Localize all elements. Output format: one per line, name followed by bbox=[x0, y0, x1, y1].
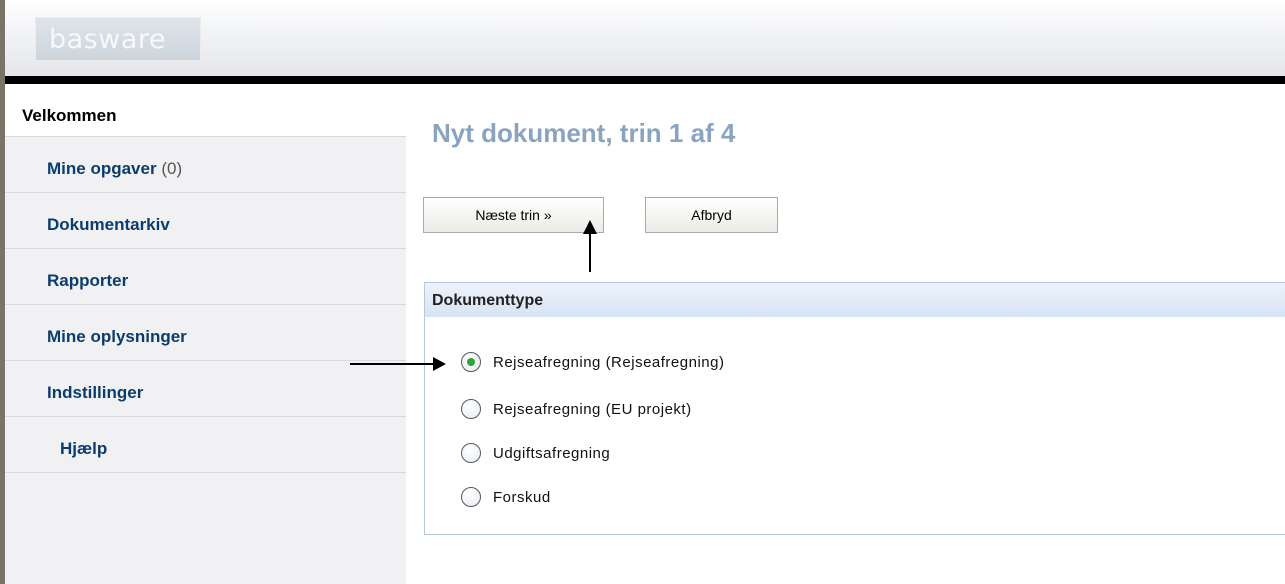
header-divider bbox=[5, 76, 1285, 84]
radio-option-travel-expense[interactable]: Rejseafregning (Rejseafregning) bbox=[461, 352, 724, 372]
document-type-heading: Dokumenttype bbox=[425, 283, 1285, 317]
sidebar-item-reports[interactable]: Rapporter bbox=[5, 249, 406, 305]
sidebar-item-my-tasks[interactable]: Mine opgaver (0) bbox=[5, 137, 406, 193]
sidebar-item-document-archive[interactable]: Dokumentarkiv bbox=[5, 193, 406, 249]
sidebar-item-help[interactable]: Hjælp bbox=[5, 417, 406, 473]
app-header: basware bbox=[5, 0, 1285, 76]
cancel-button[interactable]: Afbryd bbox=[645, 197, 778, 233]
sidebar: Velkommen Mine opgaver (0) Dokumentarkiv… bbox=[5, 84, 406, 584]
basware-logo[interactable]: basware bbox=[35, 17, 201, 61]
radio-option-label: Forskud bbox=[493, 488, 551, 506]
sidebar-item-my-info[interactable]: Mine oplysninger bbox=[5, 305, 406, 361]
radio-option-expense-report[interactable]: Udgiftsafregning bbox=[461, 443, 610, 463]
radio-button[interactable] bbox=[461, 443, 481, 463]
radio-button[interactable] bbox=[461, 487, 481, 507]
radio-option-label: Rejseafregning (EU projekt) bbox=[493, 400, 692, 418]
sidebar-item-home[interactable]: Velkommen bbox=[5, 84, 406, 137]
radio-option-label: Udgiftsafregning bbox=[493, 444, 611, 462]
document-type-panel: Dokumenttype Rejseafregning (Rejseafregn… bbox=[424, 282, 1285, 535]
radio-option-travel-eu-project[interactable]: Rejseafregning (EU projekt) bbox=[461, 399, 692, 419]
radio-button[interactable] bbox=[461, 399, 481, 419]
radio-button-selected[interactable] bbox=[461, 352, 481, 372]
radio-option-label: Rejseafregning (Rejseafregning) bbox=[493, 353, 725, 371]
page-title: Nyt dokument, trin 1 af 4 bbox=[432, 118, 736, 148]
radio-option-advance[interactable]: Forskud bbox=[461, 487, 551, 507]
logo-text: basware bbox=[49, 23, 166, 55]
next-step-button[interactable]: Næste trin » bbox=[423, 197, 604, 233]
task-count: (0) bbox=[161, 159, 183, 178]
sidebar-item-settings[interactable]: Indstillinger bbox=[5, 361, 406, 417]
sidebar-item-label: Mine opgaver bbox=[47, 159, 157, 178]
